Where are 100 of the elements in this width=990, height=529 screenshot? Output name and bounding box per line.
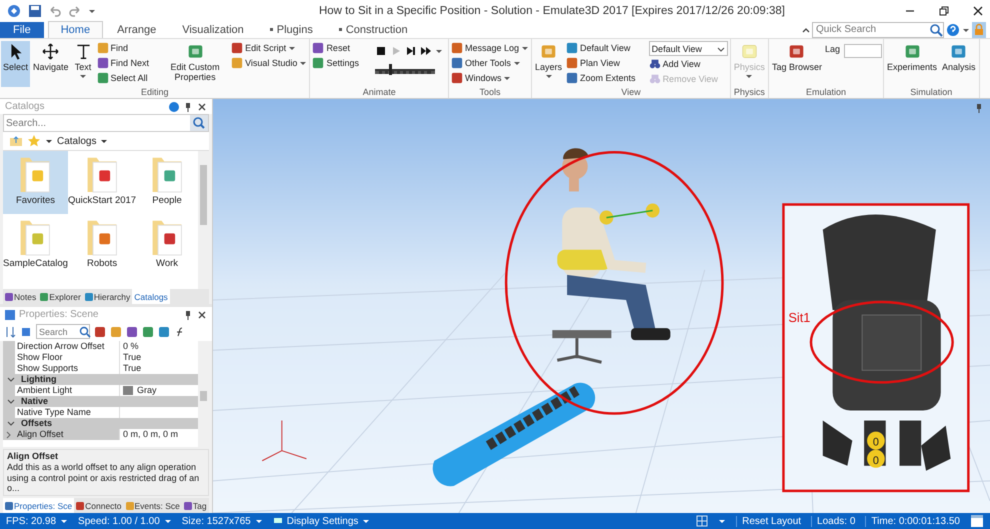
ribbon-tab[interactable]: Home — [48, 21, 104, 38]
ribbon-button[interactable]: Edit Custom Properties — [161, 41, 230, 87]
chevron-icon[interactable] — [7, 398, 15, 406]
ribbon-tab[interactable]: Construction — [326, 22, 420, 38]
ribbon-button[interactable]: Reset — [312, 41, 369, 55]
step-icon[interactable] — [404, 45, 417, 57]
quick-search-field[interactable]: Quick Search — [813, 24, 929, 35]
slider-thumb[interactable] — [388, 64, 392, 75]
panel-tab[interactable]: Catalogs — [132, 289, 170, 304]
panel-tab[interactable]: Explorer — [38, 289, 83, 304]
ribbon-button[interactable]: Find Next — [96, 56, 160, 70]
quick-search-box[interactable]: Quick Search — [812, 22, 944, 38]
status-text: Reset Layout — [736, 516, 802, 526]
property-row[interactable]: Show Floor True — [3, 352, 198, 363]
toolbar-icon[interactable] — [158, 326, 170, 338]
scrollbar[interactable] — [198, 151, 209, 289]
layout-grid-icon[interactable] — [696, 515, 708, 527]
property-search-box[interactable]: Search — [36, 324, 90, 339]
panel-tab[interactable]: Tag — [182, 498, 209, 513]
file-tab[interactable]: File — [0, 22, 44, 38]
ribbon-button[interactable]: Windows — [450, 71, 530, 85]
speed-slider[interactable] — [374, 63, 435, 75]
status-button[interactable]: Size: 1527x765 — [182, 516, 263, 526]
breadcrumb[interactable]: Catalogs — [57, 136, 108, 146]
toolbar-icon[interactable] — [126, 326, 138, 338]
ribbon-button[interactable]: Tag Browser — [770, 41, 824, 87]
caret-icon[interactable] — [718, 517, 726, 525]
pin-icon[interactable] — [183, 102, 193, 112]
ribbon-button[interactable]: Message Log — [450, 41, 530, 55]
chevron-icon[interactable] — [7, 376, 15, 384]
ribbon-tab[interactable]: Visualization — [170, 22, 256, 38]
move-arrows-icon — [41, 42, 60, 61]
sort-icon[interactable] — [4, 326, 16, 338]
ribbon-button[interactable]: Edit Script — [231, 41, 308, 55]
close-icon[interactable] — [197, 310, 207, 320]
ribbon-button[interactable]: Layers — [533, 41, 564, 87]
toolbar-icon[interactable] — [94, 326, 106, 338]
search-icon[interactable] — [929, 22, 943, 36]
catalog-item[interactable]: QuickStart 2017 — [68, 151, 136, 214]
close-icon[interactable] — [972, 4, 984, 16]
close-icon[interactable] — [197, 102, 207, 112]
fast-forward-icon[interactable] — [420, 45, 432, 57]
3d-viewport[interactable]: Sit1 0 0 — [213, 99, 990, 513]
stop-icon[interactable] — [374, 45, 387, 57]
ribbon-tab[interactable]: Plugins — [258, 22, 325, 38]
status-button[interactable]: Display Settings — [272, 516, 370, 526]
restore-icon[interactable] — [938, 4, 950, 16]
redo-icon[interactable] — [68, 4, 82, 18]
catalog-item[interactable]: Favorites — [3, 151, 68, 214]
panel-tab[interactable]: Hierarchy — [82, 289, 132, 304]
catalog-item[interactable]: SampleCatalog — [3, 214, 68, 277]
catalog-item[interactable]: Robots — [68, 214, 136, 277]
ribbon-button[interactable]: Default View — [566, 41, 646, 55]
ribbon-button[interactable]: Other Tools — [450, 56, 530, 70]
catalog-item[interactable]: People — [136, 151, 198, 214]
view-dropdown[interactable]: Default View — [648, 41, 728, 56]
panel-tab[interactable]: Connecto — [74, 498, 124, 513]
toolbar-icon[interactable] — [142, 326, 154, 338]
catalog-item[interactable]: Work — [136, 214, 198, 277]
ribbon-button[interactable]: Text — [72, 41, 95, 87]
undo-icon[interactable] — [48, 4, 62, 18]
group-label: Tools — [478, 87, 502, 98]
pin-icon[interactable] — [974, 103, 984, 113]
ribbon-button[interactable]: Select All — [96, 71, 160, 85]
marker-dot[interactable] — [867, 450, 885, 468]
ribbon-button[interactable]: Find — [96, 41, 160, 55]
property-row[interactable]: Align Offset 0 m, 0 m, 0 m — [3, 429, 198, 440]
caret-icon[interactable] — [434, 47, 443, 55]
seated-person-drawing[interactable] — [552, 148, 670, 364]
search-icon[interactable] — [79, 326, 91, 338]
panel-tab[interactable]: Events: Sce — [124, 498, 182, 513]
lag-field[interactable] — [844, 44, 882, 58]
catalog-search-box[interactable]: Search... — [3, 114, 209, 132]
marker-dot[interactable] — [867, 432, 885, 450]
ribbon-button[interactable]: Add View — [648, 57, 728, 71]
status-button[interactable]: FPS: 20.98 — [6, 516, 68, 526]
property-row[interactable]: Direction Arrow Offset 0 % — [3, 341, 198, 352]
ribbon-button[interactable]: Zoom Extents — [566, 71, 646, 85]
save-icon[interactable] — [28, 4, 42, 18]
ribbon-button[interactable]: Experiments — [885, 41, 940, 87]
collapse-ribbon-icon[interactable] — [802, 26, 810, 34]
ribbon-button[interactable]: Visual Studio — [231, 56, 308, 70]
folder-up-icon[interactable] — [9, 134, 23, 148]
pin-icon[interactable] — [183, 310, 193, 320]
ribbon-button[interactable]: Plan View — [566, 56, 646, 70]
search-icon[interactable] — [190, 115, 208, 131]
panel-tab[interactable]: Properties: Sce — [3, 498, 74, 513]
status-button[interactable]: Speed: 1.00 / 1.00 — [78, 516, 172, 526]
scrollbar[interactable] — [198, 341, 209, 447]
ribbon-button[interactable]: Analysis — [940, 41, 978, 87]
calendar-icon[interactable] — [970, 514, 984, 528]
caret-icon[interactable] — [45, 137, 53, 145]
panel-tab[interactable]: Notes — [3, 289, 38, 304]
ribbon-button[interactable]: Select — [1, 41, 30, 87]
conveyor-drawing[interactable] — [432, 382, 596, 486]
ribbon-button[interactable]: Navigate — [31, 41, 71, 87]
ribbon-tab[interactable]: Arrange — [105, 22, 168, 38]
ribbon-button[interactable]: Settings — [312, 56, 369, 70]
star-icon[interactable] — [27, 134, 41, 148]
caret-icon — [254, 517, 263, 525]
